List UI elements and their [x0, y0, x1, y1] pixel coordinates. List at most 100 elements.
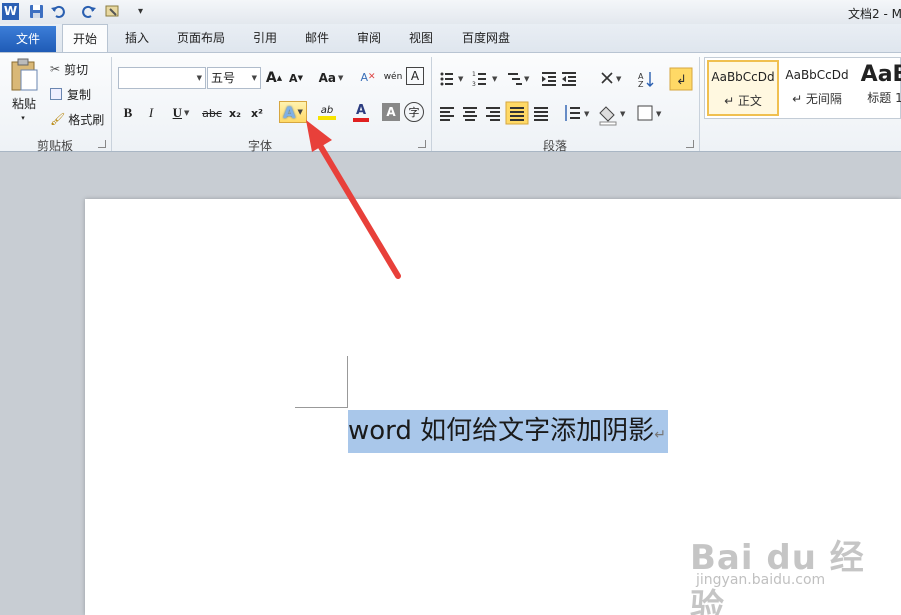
show-marks-icon: ↲	[669, 67, 693, 91]
svg-text:↲: ↲	[676, 73, 687, 88]
justify-icon	[505, 101, 529, 125]
font-group-label: 字体	[247, 139, 272, 153]
svg-text:▼: ▼	[656, 110, 662, 118]
group-separator	[431, 57, 432, 151]
paste-dropdown-icon[interactable]: ▾	[18, 113, 28, 123]
ribbon-tab-row: 文件 开始 插入 页面布局 引用 邮件 审阅 视图 百度网盘	[0, 24, 901, 53]
svg-text:▼: ▼	[524, 75, 530, 83]
tab-home[interactable]: 开始	[62, 24, 108, 53]
svg-text:▼: ▼	[492, 75, 498, 83]
cut-label: 剪切	[64, 62, 89, 77]
chevron-down-icon: ▼	[196, 74, 202, 82]
redo-icon[interactable]	[80, 3, 97, 20]
decrease-indent-icon	[542, 72, 556, 86]
tab-baidu-netdisk[interactable]: 百度网盘	[452, 24, 520, 52]
multilevel-list-icon	[508, 73, 522, 85]
change-case-button[interactable]: Aa ▼	[318, 69, 344, 87]
subscript-button[interactable]: x₂	[226, 103, 244, 123]
font-name-combo[interactable]: ▼	[118, 67, 206, 89]
underline-button[interactable]: U ▼	[166, 103, 196, 123]
font-color-button[interactable]: A	[346, 101, 376, 123]
font-launcher-icon[interactable]	[418, 140, 426, 148]
phonetic-guide-icon[interactable]: wén	[382, 67, 404, 87]
margin-corner-mark	[295, 407, 348, 408]
clipboard-group-label: 剪贴板	[36, 139, 73, 153]
tab-page-layout[interactable]: 页面布局	[168, 24, 234, 52]
tab-references[interactable]: 引用	[242, 24, 288, 52]
chinese-layout-icon	[601, 72, 613, 84]
undo-icon[interactable]	[50, 3, 67, 20]
svg-text:1: 1	[472, 71, 476, 78]
styles-gallery: AaBbCcDd ↵ 正文 AaBbCcDd ↵ 无间隔 AaB 标题 1	[704, 57, 901, 119]
clear-format-icon[interactable]: A ✕	[358, 67, 378, 87]
align-right-icon	[486, 107, 500, 121]
tab-review[interactable]: 审阅	[346, 24, 392, 52]
increase-indent-icon	[562, 72, 576, 86]
align-center-icon	[463, 107, 477, 121]
style-heading-1[interactable]: AaB 标题 1	[855, 60, 901, 116]
italic-button[interactable]: I	[143, 103, 159, 123]
group-separator	[699, 57, 700, 151]
svg-text:▼: ▼	[458, 75, 464, 83]
numbering-icon: 13	[472, 71, 486, 88]
copy-icon	[50, 88, 62, 100]
text-effect-icon: A	[283, 102, 296, 122]
document-title: 文档2 - M	[848, 7, 901, 21]
paragraph-tools: ▼ 13 ▼ ▼ ▼ AZ ↲ ▼ ▼ ▼	[440, 67, 693, 126]
group-separator	[111, 57, 112, 151]
paragraph-group-label: 段落	[542, 139, 567, 153]
style-name: 标题 1	[867, 91, 901, 105]
paste-icon[interactable]	[6, 57, 42, 93]
format-painter-icon: 🖌	[50, 112, 66, 126]
style-normal[interactable]: AaBbCcDd ↵ 正文	[707, 60, 779, 116]
align-left-icon	[440, 107, 454, 121]
tab-file[interactable]: 文件	[0, 26, 56, 52]
shrink-font-button[interactable]: A ▼	[287, 69, 305, 87]
tab-mailings[interactable]: 邮件	[294, 24, 340, 52]
line-spacing-icon	[565, 105, 580, 121]
paragraph-mark: ↵	[654, 427, 666, 443]
paragraph-launcher-icon[interactable]	[686, 140, 694, 148]
tab-insert[interactable]: 插入	[114, 24, 160, 52]
strikethrough-button[interactable]: abc	[201, 103, 223, 123]
tab-view[interactable]: 视图	[398, 24, 444, 52]
format-painter-button[interactable]: 🖌 格式刷	[50, 111, 104, 127]
text-effect-button[interactable]: A ▼	[279, 101, 307, 123]
grow-font-button[interactable]: A ▲	[265, 69, 283, 87]
distributed-icon	[534, 107, 548, 121]
font-size-combo[interactable]: 五号 ▼	[207, 67, 261, 89]
enclose-characters-icon[interactable]: 字	[404, 102, 424, 122]
title-bar: W ▾ 文档2 - M	[0, 0, 901, 24]
svg-text:3: 3	[472, 81, 476, 88]
selected-document-text[interactable]: word 如何给文字添加阴影↵	[348, 410, 668, 453]
word-app-icon[interactable]: W	[2, 3, 19, 20]
style-name: ↵ 无间隔	[792, 92, 842, 106]
copy-button[interactable]: 复制	[50, 86, 91, 102]
bold-button[interactable]: B	[120, 103, 136, 123]
paste-button[interactable]: 粘贴	[6, 95, 42, 111]
highlighter-icon: ab	[320, 104, 334, 116]
font-size-value: 五号	[211, 71, 236, 85]
svg-text:▼: ▼	[584, 110, 590, 118]
style-no-spacing[interactable]: AaBbCcDd ↵ 无间隔	[781, 60, 853, 116]
save-icon[interactable]	[28, 3, 45, 20]
highlight-swatch	[318, 115, 336, 120]
chevron-down-icon: ▼	[297, 108, 303, 116]
superscript-button[interactable]: x²	[248, 103, 266, 123]
style-sample: AaBbCcDd	[711, 70, 775, 84]
character-border-icon[interactable]: A	[406, 67, 424, 85]
customize-qat-icon[interactable]: ▾	[138, 3, 155, 20]
svg-text:▼: ▼	[616, 75, 622, 83]
copy-label: 复制	[67, 87, 92, 102]
clipboard-launcher-icon[interactable]	[98, 140, 106, 148]
character-shading-icon[interactable]: A	[382, 103, 400, 121]
chevron-down-icon: ▼	[251, 74, 257, 82]
cut-button[interactable]: ✂ 剪切	[50, 61, 88, 77]
ribbon: 粘贴 ▾ ✂ 剪切 复制 🖌 格式刷 剪贴板 ▼ 五号 ▼ A ▲ A ▼ Aa ▼ …	[0, 52, 901, 153]
scissors-icon: ✂	[50, 62, 61, 76]
highlight-color-button[interactable]: ab	[310, 101, 344, 123]
format-painter-label: 格式刷	[68, 112, 105, 127]
svg-text:Z: Z	[638, 80, 644, 89]
quick-tool-icon[interactable]	[104, 3, 126, 20]
shading-icon	[599, 106, 617, 126]
